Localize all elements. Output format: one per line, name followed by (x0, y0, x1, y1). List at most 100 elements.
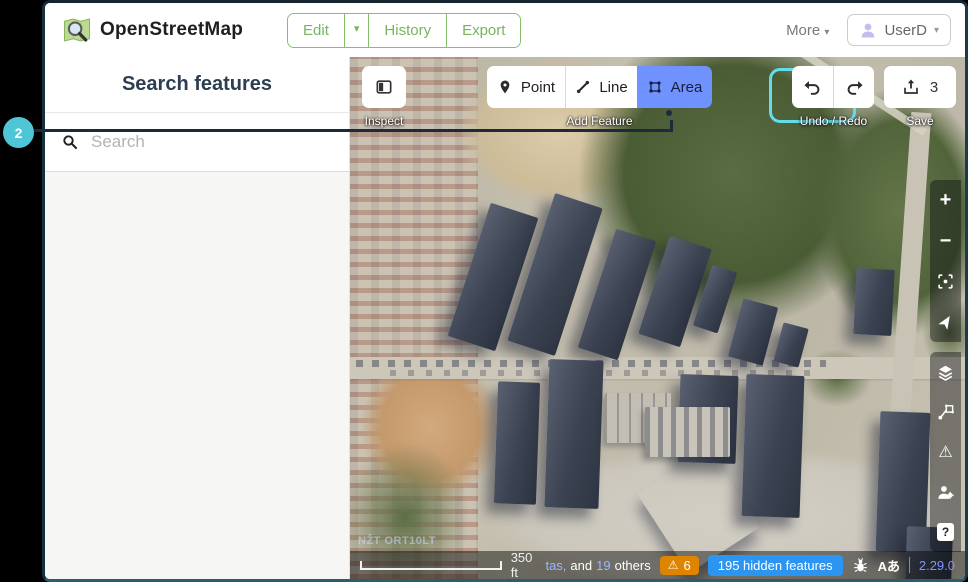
more-menu-button[interactable]: More ▾ (786, 22, 829, 39)
feature-results-list (45, 172, 349, 579)
add-line-button[interactable]: Line (565, 66, 637, 108)
area-label: Area (670, 78, 703, 96)
map-zoom-controls: + − (930, 180, 961, 342)
building (741, 374, 805, 518)
search-icon (61, 133, 79, 151)
warning-icon: ⚠ (667, 558, 679, 572)
history-button[interactable]: History (369, 13, 448, 47)
edit-dropdown-caret-icon[interactable]: ▾ (344, 13, 370, 47)
imagery-attribution: tas, and 19 others (545, 558, 650, 573)
add-area-button[interactable]: Area (637, 66, 712, 108)
redo-button[interactable] (833, 66, 874, 108)
line-label: Line (599, 78, 628, 96)
building (853, 268, 895, 336)
callout-anchor-dot (666, 110, 672, 116)
add-point-button[interactable]: Point (487, 66, 565, 108)
app-window: OpenStreetMap Edit ▾ History Export More… (42, 0, 968, 582)
version-link[interactable]: 2.29.0 (919, 558, 955, 573)
parking-lot (645, 407, 730, 457)
inspect-group: Inspect (362, 66, 406, 128)
statusbar-divider (909, 557, 910, 573)
attribution-text: others (614, 557, 651, 573)
sidebar-title: Search features (121, 73, 273, 95)
save-upload-icon (904, 79, 918, 94)
translate-button[interactable]: Aあ (878, 556, 900, 575)
map-canvas[interactable]: NŽT ORT10LT Inspect Point Line Area Add … (350, 57, 965, 579)
issues-button[interactable]: ⚠ (930, 434, 961, 470)
callout-line (33, 129, 673, 132)
point-icon (500, 80, 510, 94)
scale-bar (360, 560, 502, 570)
zoom-in-button[interactable]: + (930, 182, 961, 218)
map-data-icon (938, 404, 954, 420)
more-caret-icon: ▾ (824, 26, 830, 38)
body-row: Search features Search NŽT ORT10LT Inspe… (45, 57, 965, 579)
redo-icon (847, 80, 863, 95)
user-settings-icon (938, 485, 954, 499)
callout-step-badge: 2 (3, 117, 34, 148)
undo-button[interactable] (792, 66, 833, 108)
geolocate-button[interactable] (930, 304, 961, 340)
warning-triangle-icon: ⚠ (938, 444, 953, 461)
map-tool-controls: ⚠ ? (930, 352, 961, 552)
save-label: Save (906, 114, 934, 128)
sidebar-header: Search features (45, 57, 349, 113)
building (493, 381, 541, 505)
issues-count-badge[interactable]: ⚠ 6 (659, 555, 699, 575)
save-button[interactable]: 3 (884, 66, 956, 108)
navigation-arrow-icon (937, 315, 950, 330)
openstreetmap-logo-icon (62, 15, 92, 45)
bug-icon (853, 557, 867, 572)
attribution-link[interactable]: tas, (545, 558, 566, 573)
user-caret-icon: ▾ (933, 24, 939, 36)
header-right: More ▾ UserD ▾ (786, 14, 951, 46)
minus-icon: − (939, 229, 952, 252)
status-bar: 350 ft tas, and 19 others ⚠ 6 195 hidden… (350, 550, 965, 579)
help-icon: ? (937, 523, 954, 541)
search-icon (63, 135, 78, 150)
brand[interactable]: OpenStreetMap (62, 15, 243, 45)
save-count: 3 (929, 78, 939, 96)
report-bug-button[interactable] (852, 557, 869, 574)
attribution-count-link[interactable]: 19 (596, 558, 610, 573)
search-row[interactable] (45, 113, 349, 172)
issues-count: 6 (683, 557, 691, 573)
more-label: More (786, 21, 821, 39)
openstreetmap-logo-icon (64, 18, 90, 42)
main-nav: Edit ▾ History Export (287, 12, 522, 48)
background-layers-button[interactable] (930, 354, 961, 390)
export-button[interactable]: Export (447, 13, 521, 47)
username-label: UserD (884, 21, 927, 39)
crosshair-frame-icon (938, 274, 953, 289)
inspect-button[interactable] (362, 66, 406, 108)
map-data-button[interactable] (930, 394, 961, 430)
top-header: OpenStreetMap Edit ▾ History Export More… (45, 3, 965, 57)
add-feature-label: Add Feature (566, 114, 633, 128)
user-menu-button[interactable]: UserD ▾ (847, 14, 951, 46)
hidden-features-badge[interactable]: 195 hidden features (707, 554, 843, 576)
area-icon (648, 81, 661, 93)
zoom-to-selection-button[interactable] (930, 263, 961, 299)
line-icon (577, 80, 590, 94)
save-group: 3 Save (884, 66, 956, 128)
user-avatar-icon (859, 21, 877, 39)
sidebar: Search features (45, 57, 350, 579)
preferences-button[interactable] (930, 474, 961, 510)
user-avatar-icon (862, 23, 875, 38)
building (544, 359, 604, 509)
point-label: Point (520, 78, 556, 96)
inspect-label: Inspect (364, 114, 404, 128)
edit-button[interactable]: Edit (288, 13, 345, 47)
undo-redo-group: Undo / Redo (792, 66, 875, 128)
search-input[interactable] (91, 132, 333, 152)
inspect-icon (376, 80, 392, 94)
undo-redo-label: Undo / Redo (799, 114, 868, 128)
zoom-out-button[interactable]: − (930, 223, 961, 259)
app-title: OpenStreetMap (100, 19, 244, 40)
attribution-text: and (570, 557, 593, 573)
help-button[interactable]: ? (930, 514, 961, 550)
plus-icon: + (939, 189, 952, 212)
undo-icon (804, 80, 820, 95)
callout-line (670, 120, 673, 132)
imagery-watermark: NŽT ORT10LT (358, 535, 437, 547)
